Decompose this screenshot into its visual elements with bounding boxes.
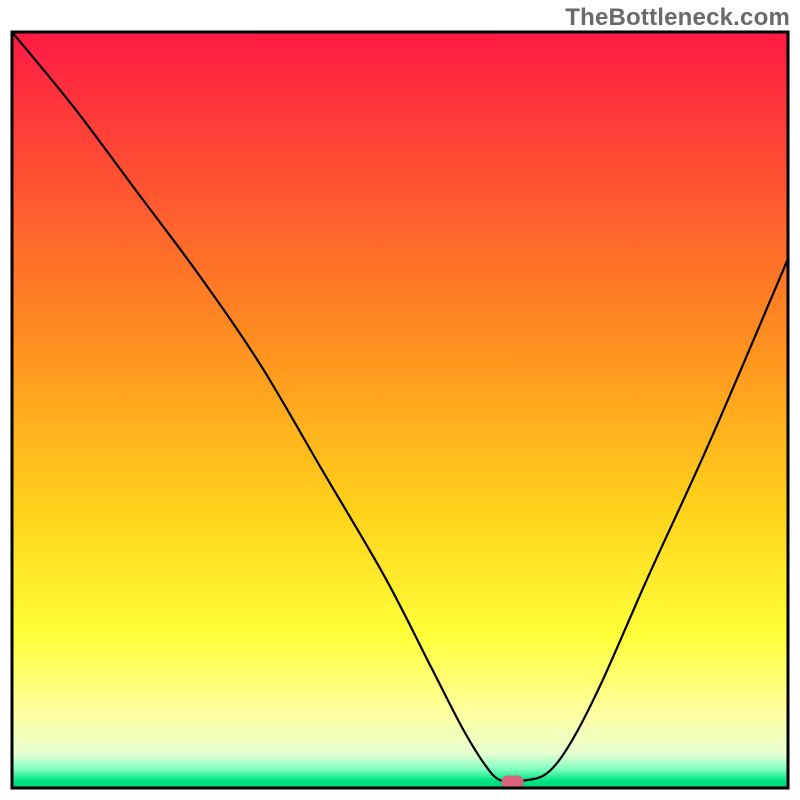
chart-container: TheBottleneck.com [0,0,800,800]
watermark-text: TheBottleneck.com [565,4,790,32]
gradient-background [12,32,788,788]
chart-svg [0,0,800,800]
